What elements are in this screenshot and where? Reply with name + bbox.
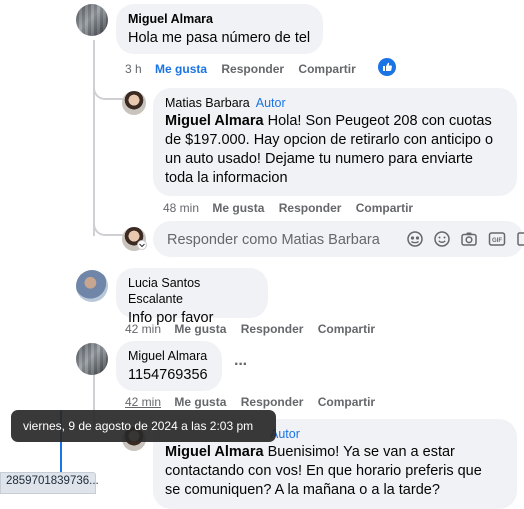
more-options-button[interactable]: ···: [234, 356, 248, 374]
like-button[interactable]: Me gusta: [155, 62, 207, 76]
comment-actions: 42 min Me gusta Responder Compartir: [125, 322, 375, 336]
comment-author[interactable]: Matias Barbara: [165, 96, 250, 110]
camera-icon[interactable]: [460, 230, 478, 248]
like-button[interactable]: Me gusta: [174, 322, 226, 336]
author-badge: Autor: [255, 96, 286, 110]
mention-link[interactable]: Miguel Almara: [165, 113, 264, 129]
share-button[interactable]: Compartir: [318, 322, 375, 336]
comment-actions: 42 min Me gusta Responder Compartir: [125, 395, 375, 409]
svg-text:GIF: GIF: [492, 238, 502, 244]
share-button[interactable]: Compartir: [356, 201, 413, 215]
thread-line-branch: [93, 86, 123, 100]
timestamp-tooltip: viernes, 9 de agosto de 2024 a las 2:03 …: [11, 410, 276, 442]
comment-text: 1154769356: [128, 367, 208, 383]
share-button[interactable]: Compartir: [318, 395, 375, 409]
comment-actions: 48 min Me gusta Responder Compartir: [163, 201, 413, 215]
comment-author[interactable]: Miguel Almara: [128, 11, 311, 27]
like-reaction-icon[interactable]: [378, 58, 396, 76]
sticker-icon[interactable]: [515, 230, 524, 248]
thread-line: [93, 40, 95, 236]
reply-button[interactable]: Responder: [221, 62, 284, 76]
avatar[interactable]: [76, 4, 108, 36]
comment-time[interactable]: 42 min: [125, 395, 161, 409]
mention-link[interactable]: Miguel Almara: [165, 444, 264, 460]
reply-button[interactable]: Responder: [241, 395, 304, 409]
comment-time[interactable]: 3 h: [125, 62, 142, 76]
thread-line-branch: [93, 222, 123, 236]
status-url: 2859701839736...: [0, 472, 99, 494]
comment-bubble: Lucia Santos Escalante Info por favor: [116, 268, 268, 326]
reply-composer: GIF: [153, 221, 524, 259]
comment-bubble: Matias Barbara Autor Miguel Almara Hola! …: [153, 88, 517, 196]
reply-input[interactable]: [165, 221, 399, 259]
comment-bubble: Miguel Almara Hola me pasa número de tel: [116, 4, 323, 54]
avatar[interactable]: [76, 270, 108, 302]
avatar[interactable]: [76, 343, 108, 375]
comment-time[interactable]: 48 min: [163, 201, 199, 215]
avatar[interactable]: [122, 91, 146, 115]
reply-button[interactable]: Responder: [241, 322, 304, 336]
gif-icon[interactable]: GIF: [488, 230, 506, 248]
comment-author-line: Matias Barbara Autor: [165, 95, 505, 111]
like-button[interactable]: Me gusta: [212, 201, 264, 215]
comment-actions: 3 h Me gusta Responder Compartir: [125, 62, 356, 76]
chevron-down-icon[interactable]: [137, 240, 147, 250]
avatar-sticker-icon[interactable]: [406, 230, 424, 248]
comment-text: Miguel Almara Hola! Son Peugeot 208 con …: [165, 113, 494, 186]
share-button[interactable]: Compartir: [298, 62, 355, 76]
comment-text: Hola me pasa número de tel: [128, 30, 311, 46]
reply-button[interactable]: Responder: [279, 201, 342, 215]
like-button[interactable]: Me gusta: [174, 395, 226, 409]
emoji-icon[interactable]: [433, 230, 451, 248]
comment-author[interactable]: Miguel Almara: [128, 348, 210, 364]
comment-bubble: Miguel Almara 1154769356: [116, 341, 222, 391]
comment-text: Miguel Almara Buenisimo! Ya se van a est…: [165, 444, 482, 498]
comment-author[interactable]: Lucia Santos Escalante: [128, 275, 256, 307]
comment-time[interactable]: 42 min: [125, 322, 161, 336]
